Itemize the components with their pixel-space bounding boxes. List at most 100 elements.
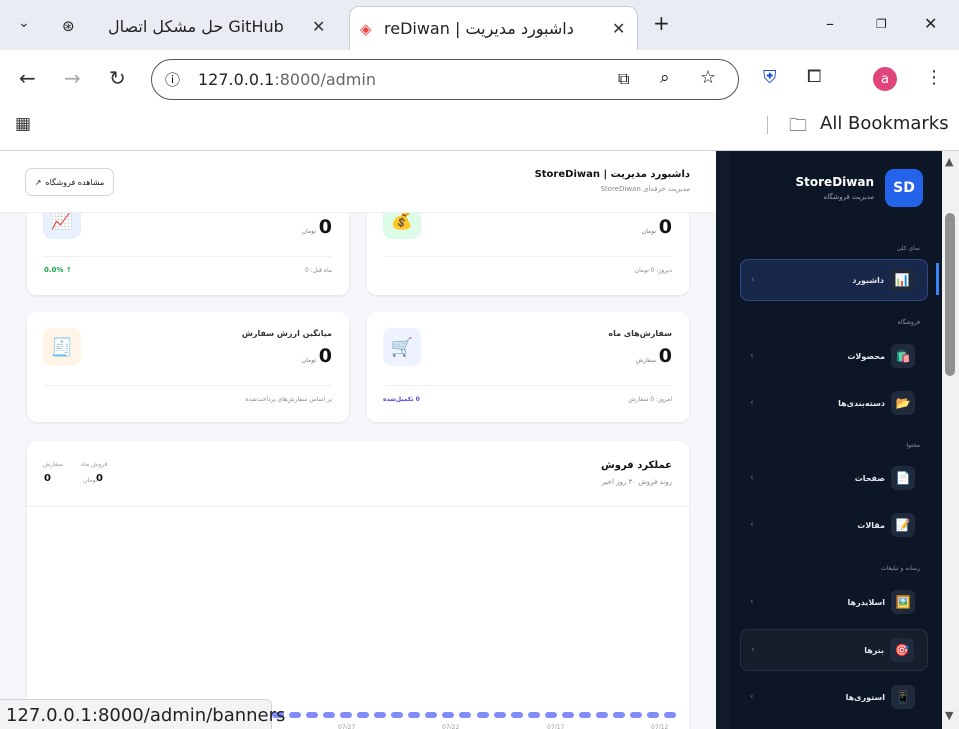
receipt-icon: 🧾 (43, 328, 81, 366)
close-icon[interactable]: ✕ (312, 17, 325, 36)
month-sales-unit: تومان (83, 477, 98, 484)
chart-line-segment (289, 712, 302, 718)
restore-icon[interactable]: ❐ (876, 17, 887, 31)
sidebar-item-label: استوری‌ها (845, 692, 885, 702)
app-viewport: ↗ مشاهده فروشگاه داشبورد مدیریت | StoreD… (0, 150, 959, 729)
apps-grid-icon[interactable]: ▦ (15, 114, 31, 134)
scroll-down-icon[interactable]: ▼ (945, 709, 953, 722)
chart-line-segment (527, 712, 540, 718)
main-content: ↗ مشاهده فروشگاه داشبورد مدیریت | StoreD… (0, 151, 716, 729)
tab-search-icon[interactable]: ⌄ (18, 15, 30, 31)
address-bar[interactable]: ⓘ 127.0.0.1:8000/admin ⧉ ⌕ ☆ (151, 59, 739, 100)
scrollbar-thumb[interactable] (945, 213, 955, 376)
stat-unit: تومان (641, 228, 656, 235)
chart-title: عملکرد فروش (600, 460, 672, 471)
url-text: 127.0.0.1:8000/admin (198, 70, 376, 89)
scroll-up-icon[interactable]: ▲ (945, 155, 953, 168)
sidebar-item-pages[interactable]: 📄 صفحات ‹ (740, 457, 928, 499)
chart-line-segment (476, 712, 489, 718)
stat-unit: سفارش (635, 357, 656, 364)
tab-strip: ⌄ ⊛ حل مشکل اتصال GitHub ✕ ◈ reDiwan | د… (0, 0, 959, 50)
all-bookmarks[interactable]: All Bookmarks (820, 113, 949, 134)
picture-icon: 🖼️ (891, 590, 915, 614)
brand-subtitle: مدیریت فروشگاه (823, 193, 874, 201)
chevron-left-icon: ‹ (751, 275, 755, 285)
chevron-left-icon: ‹ (750, 597, 754, 607)
tab-dashboard[interactable]: ◈ reDiwan | داشبورد مدیریت ✕ (349, 6, 638, 50)
reload-icon[interactable]: ↻ (109, 66, 126, 90)
chevron-left-icon: ‹ (751, 645, 755, 655)
menu-icon[interactable]: ⋮ (925, 67, 943, 88)
forward-icon: → (64, 66, 81, 90)
page-scrollbar[interactable]: ▲ ▼ (942, 151, 959, 729)
divider (44, 385, 332, 386)
card-title: سفارش‌های ماه (608, 329, 672, 338)
stat-value: 0 (658, 216, 672, 238)
status-bar-url: 127.0.0.1:8000/admin/banners (0, 699, 285, 729)
sidebar-item-banners[interactable]: 🎯 بنرها ‹ (740, 629, 928, 671)
sidebar-item-label: داشبورد (852, 275, 884, 285)
brand-name: StoreDiwan (795, 175, 874, 189)
back-icon[interactable]: ← (19, 66, 36, 90)
chart-line-segment (408, 712, 421, 718)
tab-github[interactable]: ⊛ حل مشکل اتصال GitHub ✕ (58, 8, 338, 44)
shopping-bag-icon: 🛍️ (891, 344, 915, 368)
stat-unit: تومان (301, 228, 316, 235)
sales-performance-card: عملکرد فروش روند فروش ۳۰ روز اخیر فروش م… (27, 441, 689, 729)
chart-line-segment (357, 712, 370, 718)
browser-chrome: ⌄ ⊛ حل مشکل اتصال GitHub ✕ ◈ reDiwan | د… (0, 0, 959, 150)
sidebar-item-articles[interactable]: 📝 مقالات ‹ (740, 504, 928, 546)
star-icon[interactable]: ☆ (700, 67, 716, 88)
chart-subtitle: روند فروش ۳۰ روز اخیر (601, 478, 672, 486)
profile-avatar[interactable]: a (873, 67, 897, 91)
brand-logo: SD (885, 169, 923, 207)
stat-unit: تومان (301, 357, 316, 364)
bookmarks-divider (767, 116, 768, 134)
x-tick-label: 07/17 (547, 724, 565, 729)
sidebar-item-sliders[interactable]: 🖼️ اسلایدرها ‹ (740, 581, 928, 623)
chart-line-segment (646, 712, 659, 718)
divider (27, 506, 689, 507)
completed-orders-link[interactable]: 0 تکمیل‌شده (383, 396, 420, 403)
top-header: ↗ مشاهده فروشگاه داشبورد مدیریت | StoreD… (0, 151, 716, 213)
stat-foot: ماه قبل: 0 (304, 267, 332, 274)
sidebar-item-products[interactable]: 🛍️ محصولات ‹ (740, 335, 928, 377)
shield-icon[interactable]: ⛨ (763, 67, 777, 88)
sidebar-item-stories[interactable]: 📱 استوری‌ها ‹ (740, 676, 928, 718)
page-title: داشبورد مدیریت | StoreDiwan (534, 169, 690, 180)
extensions-icon[interactable]: ⧠ (807, 66, 821, 87)
sidebar-gutter (716, 151, 729, 729)
sidebar-item-label: دسته‌بندی‌ها (838, 398, 885, 408)
sidebar-item-label: صفحات (854, 473, 885, 483)
divider (44, 256, 332, 257)
stat-value: 0 (318, 345, 332, 367)
tab-title: حل مشکل اتصال GitHub (108, 16, 284, 36)
site-info-icon[interactable]: ⓘ (165, 69, 180, 90)
window-close-icon[interactable]: ✕ (924, 14, 937, 33)
chart-line-segment (544, 712, 557, 718)
translate-icon[interactable]: ⧉ (618, 69, 629, 89)
chart-line-segment (493, 712, 506, 718)
folder-icon: 🗀 (789, 115, 807, 136)
phone-icon: 📱 (891, 685, 915, 709)
close-icon[interactable]: ✕ (612, 19, 625, 38)
chart-line-segment (442, 712, 455, 718)
view-store-button[interactable]: ↗ مشاهده فروشگاه (25, 168, 114, 196)
laravel-icon: ◈ (360, 19, 372, 38)
chevron-left-icon: ‹ (750, 520, 754, 530)
section-store: فروشگاه (897, 319, 920, 326)
divider (384, 385, 672, 386)
target-icon: 🎯 (890, 638, 914, 662)
sidebar-item-categories[interactable]: 📂 دسته‌بندی‌ها ‹ (740, 382, 928, 424)
orders-value: 0 (44, 473, 51, 484)
x-tick-label: 07/12 (651, 724, 669, 729)
chevron-left-icon: ‹ (750, 398, 754, 408)
chart-line-segment (391, 712, 404, 718)
chevron-left-icon: ‹ (750, 473, 754, 483)
sidebar-item-dashboard[interactable]: 📊 داشبورد ‹ (740, 259, 928, 301)
sidebar-item-label: محصولات (847, 351, 885, 361)
zoom-icon[interactable]: ⌕ (660, 68, 670, 88)
minimize-icon[interactable]: – (826, 14, 834, 33)
new-tab-icon[interactable]: + (653, 11, 670, 35)
cart-icon: 🛒 (383, 328, 421, 366)
